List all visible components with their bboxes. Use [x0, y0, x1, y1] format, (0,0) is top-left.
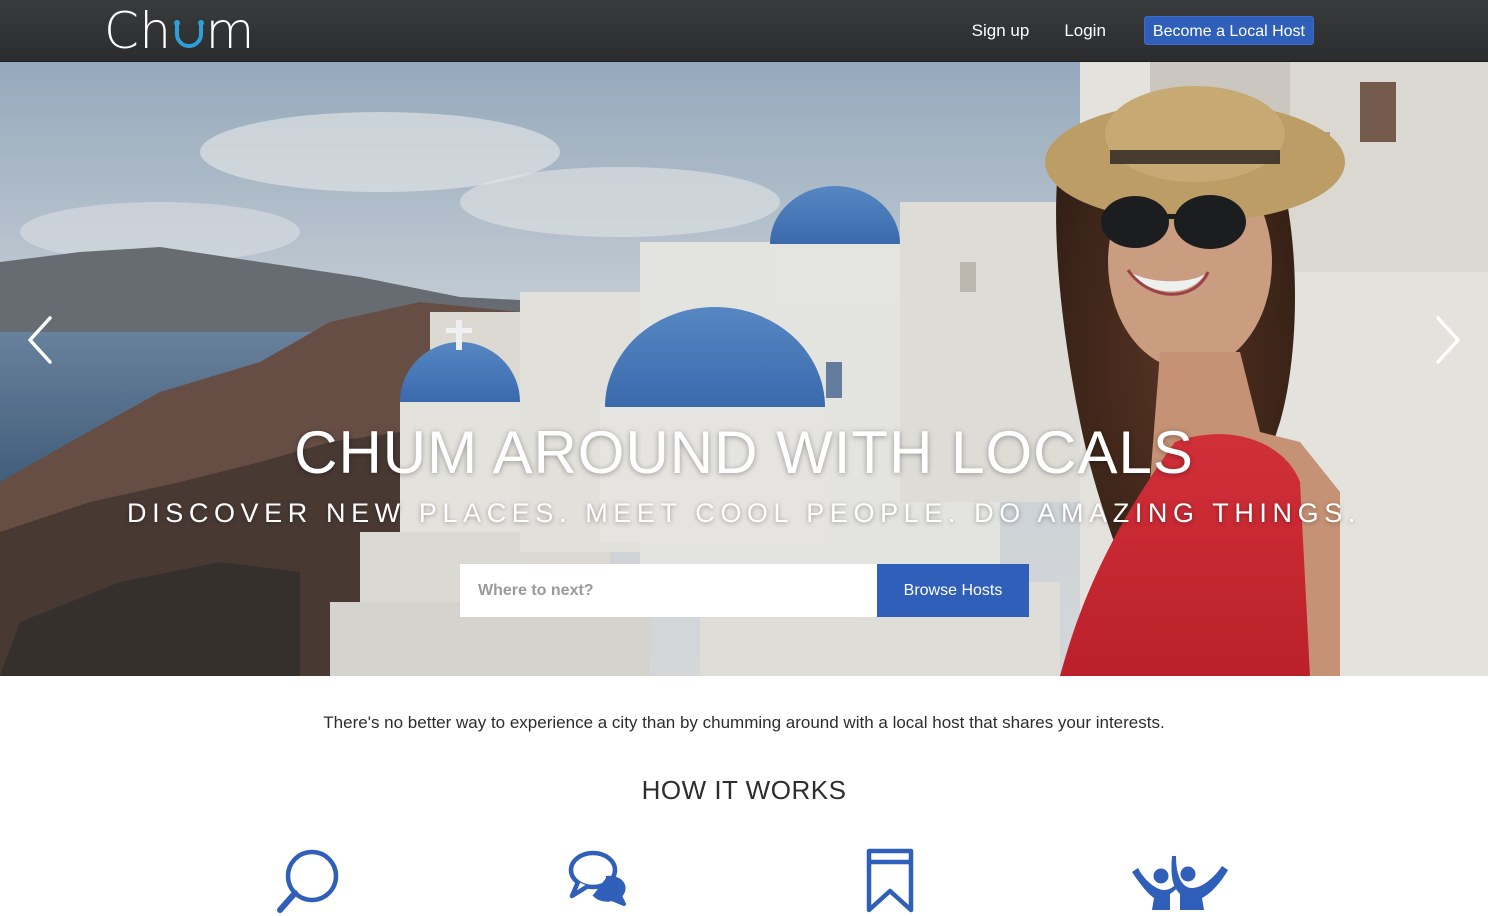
login-link[interactable]: Login: [1064, 17, 1106, 45]
intro-tagline: There's no better way to experience a ci…: [323, 713, 1165, 732]
logo-text-start: Ch: [104, 2, 172, 60]
carousel-prev-button[interactable]: [22, 314, 62, 366]
chat-bubbles-icon: [568, 850, 626, 906]
logo-text-end: m: [205, 2, 255, 60]
nav-links: Sign up Login Become a Local Host: [937, 16, 1314, 45]
bookmark-icon: [866, 848, 914, 913]
how-it-works-steps: [0, 846, 1488, 916]
chevron-right-icon: [1436, 316, 1460, 364]
people-cheering-icon: [1132, 856, 1228, 910]
chevron-left-icon: [28, 316, 52, 364]
destination-search-input[interactable]: [460, 564, 877, 617]
search-icon: [277, 849, 339, 913]
signup-link[interactable]: Sign up: [972, 17, 1030, 45]
top-navbar: Ch m Sign up Login Become a Local Host: [0, 0, 1488, 62]
destination-search: Browse Hosts: [460, 564, 1029, 617]
hero-subtitle: DISCOVER NEW PLACES. MEET COOL PEOPLE. D…: [127, 498, 1361, 528]
hero-title: CHUM AROUND WITH LOCALS: [294, 419, 1194, 486]
become-host-button[interactable]: Become a Local Host: [1143, 16, 1314, 45]
how-it-works-title: HOW IT WORKS: [641, 775, 847, 805]
logo-smile-u: [172, 4, 206, 58]
chum-logo[interactable]: Ch m: [104, 4, 255, 58]
browse-hosts-button[interactable]: Browse Hosts: [877, 564, 1029, 617]
carousel-next-button[interactable]: [1426, 314, 1466, 366]
hero-carousel: CHUM AROUND WITH LOCALS DISCOVER NEW PLA…: [0, 62, 1488, 676]
